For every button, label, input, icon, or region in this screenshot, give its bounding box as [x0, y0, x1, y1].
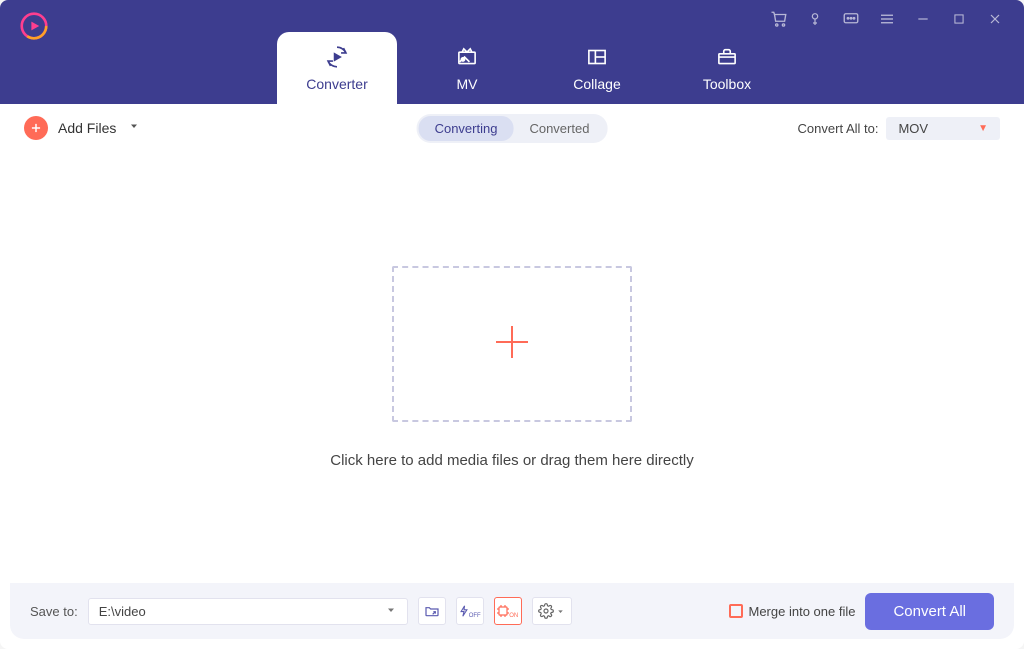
- add-files-label: Add Files: [58, 120, 116, 136]
- merge-checkbox[interactable]: Merge into one file: [729, 604, 856, 619]
- gpu-accel-toggle[interactable]: ON: [494, 597, 522, 625]
- toolbox-icon: [714, 44, 740, 70]
- mv-icon: [454, 44, 480, 70]
- convert-to-label: Convert All to:: [798, 121, 879, 136]
- save-path-value: E:\video: [99, 604, 146, 619]
- subtab-converting[interactable]: Converting: [419, 116, 514, 141]
- sub-tabs: Converting Converted: [417, 114, 608, 143]
- checkbox-icon: [729, 604, 743, 618]
- open-folder-button[interactable]: [418, 597, 446, 625]
- converter-icon: [324, 44, 350, 70]
- plus-icon: [488, 318, 536, 371]
- close-button[interactable]: [986, 10, 1004, 28]
- add-files-button[interactable]: Add Files: [24, 116, 140, 140]
- tab-collage[interactable]: Collage: [537, 32, 657, 104]
- settings-dropdown[interactable]: [532, 597, 572, 625]
- chevron-down-icon: ▼: [978, 123, 988, 134]
- subtab-converted[interactable]: Converted: [513, 116, 605, 141]
- bottom-bar: Save to: E:\video OFF ON Merge into one …: [10, 583, 1014, 639]
- content-area: Click here to add media files or drag th…: [0, 152, 1024, 583]
- format-value: MOV: [898, 121, 928, 136]
- tab-label: MV: [457, 76, 478, 92]
- chevron-down-icon: [128, 119, 140, 137]
- collage-icon: [584, 44, 610, 70]
- convert-all-button[interactable]: Convert All: [865, 593, 994, 630]
- tab-converter[interactable]: Converter: [277, 32, 397, 104]
- main-tabs: Converter MV Collage Toolbox: [0, 32, 1024, 104]
- key-icon[interactable]: [806, 10, 824, 28]
- high-speed-toggle[interactable]: OFF: [456, 597, 484, 625]
- titlebar: Converter MV Collage Toolbox: [0, 0, 1024, 104]
- tab-label: Collage: [573, 76, 620, 92]
- merge-label: Merge into one file: [749, 604, 856, 619]
- minimize-button[interactable]: [914, 10, 932, 28]
- toolbar: Add Files Converting Converted Convert A…: [0, 104, 1024, 152]
- app-window: Converter MV Collage Toolbox: [0, 0, 1024, 649]
- save-to-label: Save to:: [30, 604, 78, 619]
- dropzone[interactable]: [392, 266, 632, 422]
- save-path-dropdown[interactable]: E:\video: [88, 598, 408, 625]
- format-dropdown[interactable]: MOV ▼: [886, 117, 1000, 140]
- feedback-icon[interactable]: [842, 10, 860, 28]
- tab-mv[interactable]: MV: [407, 32, 527, 104]
- plus-icon: [24, 116, 48, 140]
- window-controls: [770, 10, 1004, 28]
- maximize-button[interactable]: [950, 10, 968, 28]
- tab-label: Converter: [306, 76, 367, 92]
- chevron-down-icon: [385, 604, 397, 619]
- dropzone-hint: Click here to add media files or drag th…: [330, 452, 694, 469]
- menu-icon[interactable]: [878, 10, 896, 28]
- tab-toolbox[interactable]: Toolbox: [667, 32, 787, 104]
- tab-label: Toolbox: [703, 76, 751, 92]
- convert-all-to: Convert All to: MOV ▼: [798, 117, 1000, 140]
- cart-icon[interactable]: [770, 10, 788, 28]
